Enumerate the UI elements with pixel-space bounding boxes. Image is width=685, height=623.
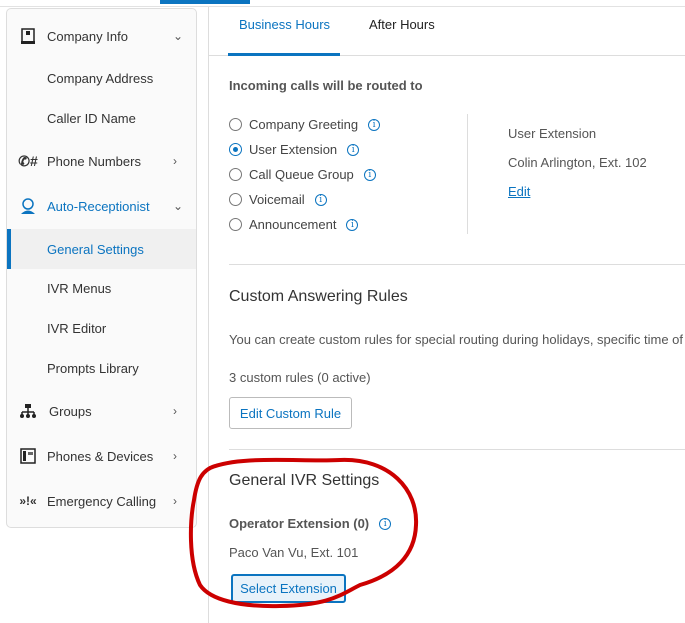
radio-label: Company Greeting (249, 117, 359, 132)
sidebar-item-emergency-calling[interactable]: »!« Emergency Calling › (7, 481, 196, 521)
radio-user-extension[interactable]: User Extension i (229, 142, 360, 157)
radio-label: User Extension (249, 142, 338, 157)
info-icon[interactable]: i (346, 218, 359, 231)
receptionist-icon (19, 197, 37, 215)
edit-link[interactable]: Edit (508, 184, 530, 199)
chevron-right-icon: › (173, 449, 177, 463)
sidebar-item-prompts-library[interactable]: Prompts Library (7, 348, 196, 388)
sidebar-item-phones-devices[interactable]: Phones & Devices › (7, 436, 196, 476)
radio-circle (229, 143, 242, 156)
chevron-right-icon: › (173, 494, 177, 508)
radio-company-greeting[interactable]: Company Greeting i (229, 117, 381, 132)
info-icon[interactable]: i (363, 168, 376, 181)
sidebar-item-auto-receptionist[interactable]: Auto-Receptionist ⌄ (7, 186, 196, 226)
radio-circle (229, 218, 242, 231)
radio-circle (229, 118, 242, 131)
routing-detail-value: Colin Arlington, Ext. 102 (508, 155, 647, 170)
info-icon[interactable]: i (314, 193, 327, 206)
chevron-down-icon: ⌄ (173, 199, 184, 213)
sidebar-item-groups[interactable]: Groups › (7, 391, 196, 431)
desk-phone-icon (19, 447, 37, 465)
sidebar-item-phone-numbers[interactable]: ✆# Phone Numbers › (7, 141, 196, 181)
emergency-icon: »!« (19, 494, 37, 508)
radio-voicemail[interactable]: Voicemail i (229, 192, 327, 207)
sidebar-item-ivr-menus[interactable]: IVR Menus (7, 268, 196, 308)
sidebar-item-company-info[interactable]: Company Info ⌄ (7, 16, 196, 56)
chevron-right-icon: › (173, 154, 177, 168)
org-chart-icon (19, 402, 37, 420)
active-tab-indicator (228, 53, 340, 56)
edit-custom-rule-button[interactable]: Edit Custom Rule (229, 397, 352, 429)
main-content: Business Hours After Hours Incoming call… (208, 7, 685, 623)
radio-announcement[interactable]: Announcement i (229, 217, 359, 232)
building-icon (19, 27, 37, 45)
operator-extension-value: Paco Van Vu, Ext. 101 (229, 545, 359, 560)
phone-hash-icon: ✆# (18, 152, 38, 169)
tab-business-hours[interactable]: Business Hours (239, 17, 330, 32)
top-nav-indicator (160, 0, 250, 4)
custom-rules-title: Custom Answering Rules (229, 288, 408, 305)
ivr-settings-title: General IVR Settings (229, 472, 380, 489)
section-divider (229, 449, 685, 450)
sidebar-item-company-address[interactable]: Company Address (7, 58, 196, 98)
routing-heading: Incoming calls will be routed to (229, 78, 423, 93)
section-divider (229, 264, 685, 265)
radio-label: Announcement (249, 217, 337, 232)
radio-call-queue-group[interactable]: Call Queue Group i (229, 167, 376, 182)
routing-detail-type: User Extension (508, 126, 597, 141)
chevron-right-icon: › (173, 404, 177, 418)
sidebar-item-general-settings[interactable]: General Settings (7, 229, 196, 269)
info-icon[interactable]: i (379, 517, 392, 530)
custom-rules-description: You can create custom rules for special … (229, 332, 684, 347)
operator-extension-label: Operator Extension (0) i (229, 516, 392, 531)
info-icon[interactable]: i (347, 143, 360, 156)
tab-after-hours[interactable]: After Hours (369, 17, 435, 32)
radio-label: Call Queue Group (249, 167, 354, 182)
radio-circle (229, 168, 242, 181)
sidebar-item-caller-id-name[interactable]: Caller ID Name (7, 98, 196, 138)
radio-label: Voicemail (249, 192, 305, 207)
custom-rules-count: 3 custom rules (0 active) (229, 370, 371, 385)
vertical-divider (467, 114, 468, 234)
select-extension-button[interactable]: Select Extension (231, 574, 346, 603)
sidebar-item-ivr-editor[interactable]: IVR Editor (7, 308, 196, 348)
tab-bar: Business Hours After Hours (209, 7, 685, 56)
operator-label-text: Operator Extension (0) (229, 516, 370, 531)
info-icon[interactable]: i (368, 118, 381, 131)
sidebar: Company Info ⌄ Company Address Caller ID… (6, 8, 197, 528)
chevron-down-icon: ⌄ (173, 29, 184, 43)
radio-circle (229, 193, 242, 206)
